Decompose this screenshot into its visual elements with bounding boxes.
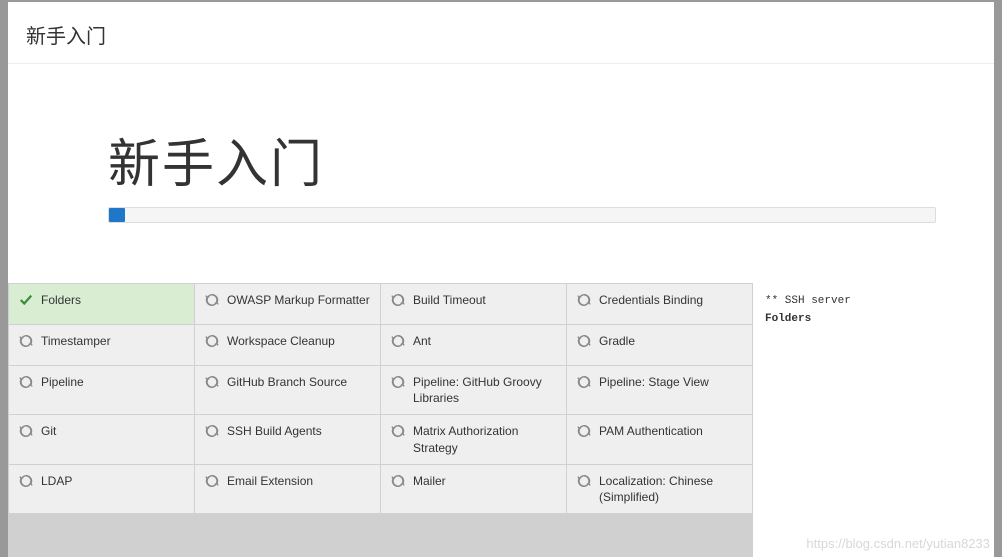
loading-icon [205,292,219,312]
plugin-cell: Gradle [567,325,752,365]
loading-icon [205,473,219,493]
plugin-cell: GitHub Branch Source [195,366,380,414]
plugin-label: Matrix Authorization Strategy [413,423,556,455]
plugin-cell: Pipeline [9,366,194,414]
progress-fill [109,208,125,222]
plugin-cell: Git [9,415,194,463]
loading-icon [391,374,405,394]
log-line: ** SSH server [765,295,851,307]
loading-icon [577,423,591,443]
plugin-label: OWASP Markup Formatter [227,292,370,308]
plugin-cell: Timestamper [9,325,194,365]
plugin-label: Email Extension [227,473,313,489]
plugin-label: PAM Authentication [599,423,703,439]
loading-icon [577,333,591,353]
content-area: 新手入门 Folders OWASP Markup Formatter Build … [8,64,994,557]
plugin-label: Timestamper [41,333,111,349]
plugin-grid: Folders OWASP Markup Formatter Build Timeo… [8,283,753,557]
plugin-label: Gradle [599,333,635,349]
plugin-cell: Email Extension [195,465,380,513]
plugin-cell: Mailer [381,465,566,513]
plugin-cell: SSH Build Agents [195,415,380,463]
loading-icon [577,292,591,312]
loading-icon [391,423,405,443]
loading-icon [577,374,591,394]
loading-icon [391,333,405,353]
loading-icon [19,473,33,493]
plugin-label: LDAP [41,473,72,489]
loading-icon [205,333,219,353]
hero-section: 新手入门 [8,64,994,283]
log-line-bold: Folders [765,313,811,325]
plugin-cell: Ant [381,325,566,365]
loading-icon [577,473,591,493]
install-log: ** SSH server Folders [753,283,994,557]
plugin-label: Folders [41,292,81,308]
plugin-cell: Pipeline: Stage View [567,366,752,414]
loading-icon [205,423,219,443]
plugin-label: Pipeline [41,374,84,390]
setup-wizard-window: 新手入门 新手入门 Folders OWASP Markup Formatter B… [8,2,994,557]
plugin-cell: Matrix Authorization Strategy [381,415,566,463]
plugin-cell: OWASP Markup Formatter [195,284,380,324]
plugin-label: SSH Build Agents [227,423,322,439]
plugin-label: Localization: Chinese (Simplified) [599,473,742,505]
grid-container: Folders OWASP Markup Formatter Build Timeo… [8,283,994,557]
loading-icon [19,374,33,394]
plugin-cell: Folders [9,284,194,324]
plugin-cell: Localization: Chinese (Simplified) [567,465,752,513]
plugin-cell: Pipeline: GitHub Groovy Libraries [381,366,566,414]
loading-icon [391,292,405,312]
plugin-label: Pipeline: GitHub Groovy Libraries [413,374,556,406]
check-icon [19,292,33,312]
plugin-label: Git [41,423,56,439]
progress-bar [108,207,936,223]
plugin-cell: Workspace Cleanup [195,325,380,365]
plugin-cell: Build Timeout [381,284,566,324]
plugin-label: Workspace Cleanup [227,333,335,349]
hero-title: 新手入门 [108,122,994,197]
plugin-cell: Credentials Binding [567,284,752,324]
window-title: 新手入门 [8,2,994,64]
plugin-label: Credentials Binding [599,292,703,308]
plugin-label: Ant [413,333,431,349]
plugin-cell: PAM Authentication [567,415,752,463]
plugin-label: Mailer [413,473,446,489]
loading-icon [205,374,219,394]
loading-icon [19,333,33,353]
loading-icon [391,473,405,493]
loading-icon [19,423,33,443]
plugin-cell: LDAP [9,465,194,513]
plugin-label: GitHub Branch Source [227,374,347,390]
plugin-label: Pipeline: Stage View [599,374,709,390]
plugin-label: Build Timeout [413,292,486,308]
